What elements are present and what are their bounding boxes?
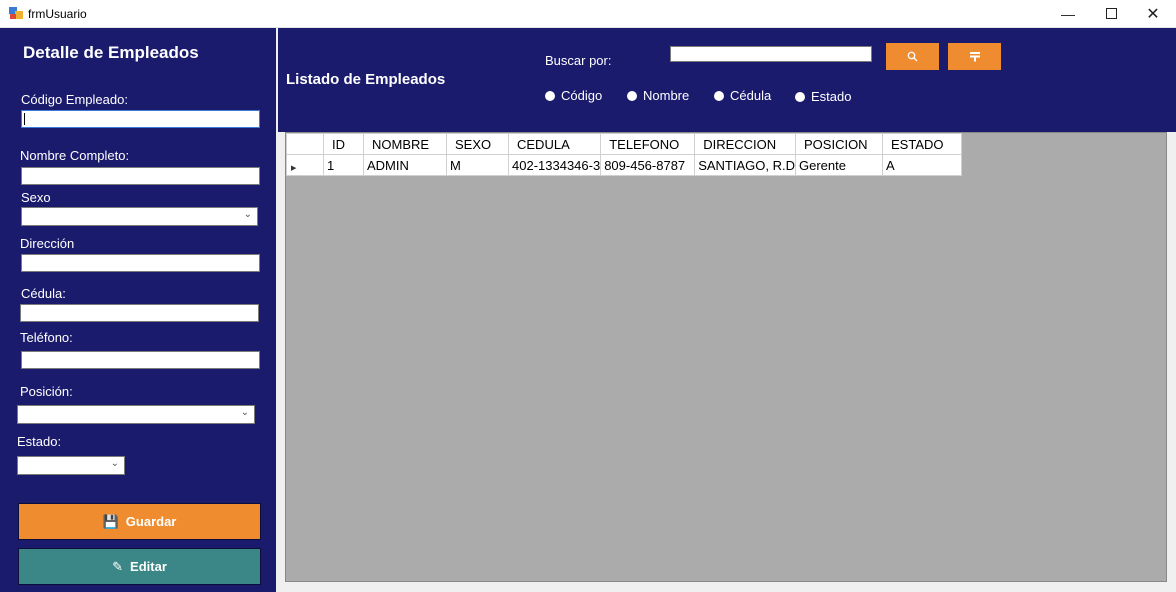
detail-panel: Detalle de Empleados Código Empleado: No… — [0, 28, 276, 592]
search-icon — [907, 51, 918, 62]
row-pointer-icon: ▶ — [291, 164, 297, 172]
editar-label: Editar — [130, 559, 167, 574]
search-input[interactable] — [670, 46, 872, 62]
cell-telefono[interactable]: 809-456-8787 — [600, 154, 696, 176]
chevron-down-icon: ⌄ — [240, 407, 249, 418]
cedula-label: Cédula: — [21, 286, 66, 301]
chevron-down-icon: ⌄ — [243, 209, 252, 220]
telefono-input[interactable] — [21, 351, 260, 369]
filter-icon — [969, 51, 980, 61]
column-header-posicion[interactable]: POSICION — [795, 133, 883, 155]
posicion-select[interactable]: ⌄ — [17, 405, 255, 424]
estado-select[interactable]: ⌄ — [17, 456, 125, 475]
table-header-row: ID NOMBRE SEXO CEDULA TELEFONO DIRECCION… — [286, 133, 962, 155]
employee-table: ID NOMBRE SEXO CEDULA TELEFONO DIRECCION… — [286, 133, 962, 176]
cell-id[interactable]: 1 — [323, 154, 364, 176]
close-button[interactable]: ✕ — [1131, 0, 1175, 27]
sexo-select[interactable]: ⌄ — [21, 207, 258, 226]
radio-nombre[interactable]: Nombre — [627, 88, 689, 103]
app-icon — [9, 7, 23, 19]
column-header-id[interactable]: ID — [323, 133, 364, 155]
nombre-label: Nombre Completo: — [20, 148, 130, 163]
title-bar: frmUsuario — ✕ — [0, 0, 1176, 28]
column-header-nombre[interactable]: NOMBRE — [363, 133, 447, 155]
codigo-label: Código Empleado: — [21, 92, 128, 107]
cell-estado[interactable]: A — [882, 154, 962, 176]
cell-sexo[interactable]: M — [446, 154, 509, 176]
cell-posicion[interactable]: Gerente — [795, 154, 883, 176]
cedula-input[interactable] — [20, 304, 259, 322]
maximize-icon — [1105, 8, 1117, 19]
radio-circle-icon — [795, 91, 805, 102]
guardar-button[interactable]: 💾 Guardar — [18, 503, 261, 540]
detail-panel-title: Detalle de Empleados — [23, 43, 199, 62]
edit-icon: ✎ — [112, 558, 124, 574]
telefono-label: Teléfono: — [20, 330, 73, 345]
radio-cedula-label: Cédula — [730, 88, 772, 103]
text-caret — [24, 113, 25, 125]
radio-nombre-label: Nombre — [643, 88, 690, 103]
column-header-telefono[interactable]: TELEFONO — [600, 133, 696, 155]
column-header-sexo[interactable]: SEXO — [446, 133, 509, 155]
chevron-down-icon: ⌄ — [110, 458, 119, 469]
list-header: Listado de Empleados Buscar por: Código … — [278, 28, 1176, 132]
table-row[interactable]: ▶ 1 ADMIN M 402-1334346-3 809-456-8787 S… — [286, 154, 962, 176]
radio-codigo[interactable]: Código — [545, 88, 602, 103]
column-header-estado[interactable]: ESTADO — [882, 133, 962, 155]
posicion-label: Posición: — [20, 384, 73, 399]
guardar-label: Guardar — [125, 514, 177, 529]
cell-nombre[interactable]: ADMIN — [363, 154, 447, 176]
estado-label: Estado: — [17, 434, 62, 449]
editar-button[interactable]: ✎ Editar — [18, 548, 261, 585]
codigo-input[interactable] — [21, 110, 260, 128]
cell-direccion[interactable]: SANTIAGO, R.D — [694, 154, 796, 176]
radio-estado[interactable]: Estado — [795, 89, 851, 104]
radio-estado-label: Estado — [811, 89, 852, 104]
row-selector[interactable]: ▶ — [286, 154, 324, 176]
direccion-label: Dirección — [20, 236, 75, 251]
minimize-button[interactable]: — — [1046, 0, 1090, 27]
window-title: frmUsuario — [28, 7, 87, 21]
radio-codigo-label: Código — [561, 88, 603, 103]
row-header-corner — [286, 133, 324, 155]
cell-cedula[interactable]: 402-1334346-3 — [507, 154, 602, 176]
save-icon: 💾 — [102, 513, 119, 529]
column-header-direccion[interactable]: DIRECCION — [694, 133, 796, 155]
filter-button[interactable] — [948, 43, 1001, 70]
nombre-input[interactable] — [21, 167, 260, 185]
sexo-label: Sexo — [21, 190, 51, 205]
radio-circle-icon — [545, 90, 555, 101]
radio-circle-icon — [714, 90, 724, 101]
list-title: Listado de Empleados — [286, 71, 446, 88]
search-button[interactable] — [886, 43, 939, 70]
column-header-cedula[interactable]: CEDULA — [507, 133, 602, 155]
radio-circle-icon — [627, 90, 637, 101]
employee-grid[interactable]: ID NOMBRE SEXO CEDULA TELEFONO DIRECCION… — [285, 132, 1167, 582]
radio-cedula[interactable]: Cédula — [714, 88, 771, 103]
maximize-button[interactable] — [1089, 0, 1133, 27]
search-label: Buscar por: — [545, 53, 612, 68]
direccion-input[interactable] — [21, 254, 260, 272]
